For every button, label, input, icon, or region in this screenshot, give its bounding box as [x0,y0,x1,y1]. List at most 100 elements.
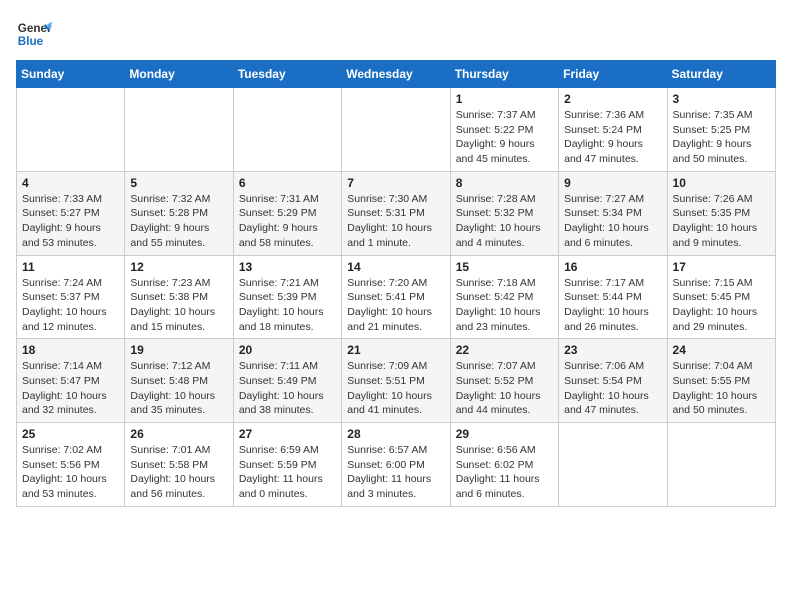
day-info: Sunrise: 7:14 AMSunset: 5:47 PMDaylight:… [22,359,119,418]
calendar-cell: 29 Sunrise: 6:56 AMSunset: 6:02 PMDayligh… [450,423,558,507]
day-number: 24 [673,343,770,357]
day-number: 21 [347,343,444,357]
day-info: Sunrise: 7:33 AMSunset: 5:27 PMDaylight:… [22,192,119,251]
calendar-cell: 13 Sunrise: 7:21 AMSunset: 5:39 PMDayligh… [233,255,341,339]
day-number: 3 [673,92,770,106]
day-number: 27 [239,427,336,441]
day-info: Sunrise: 7:01 AMSunset: 5:58 PMDaylight:… [130,443,227,502]
calendar-cell [233,88,341,172]
day-info: Sunrise: 7:23 AMSunset: 5:38 PMDaylight:… [130,276,227,335]
calendar-cell: 15 Sunrise: 7:18 AMSunset: 5:42 PMDayligh… [450,255,558,339]
calendar-cell: 27 Sunrise: 6:59 AMSunset: 5:59 PMDayligh… [233,423,341,507]
calendar-week-row: 4 Sunrise: 7:33 AMSunset: 5:27 PMDaylight… [17,171,776,255]
calendar-week-row: 11 Sunrise: 7:24 AMSunset: 5:37 PMDayligh… [17,255,776,339]
calendar-cell: 6 Sunrise: 7:31 AMSunset: 5:29 PMDaylight… [233,171,341,255]
calendar-cell [17,88,125,172]
day-info: Sunrise: 7:32 AMSunset: 5:28 PMDaylight:… [130,192,227,251]
weekday-header-row: SundayMondayTuesdayWednesdayThursdayFrid… [17,61,776,88]
day-info: Sunrise: 7:20 AMSunset: 5:41 PMDaylight:… [347,276,444,335]
calendar-cell: 25Sunrise: 7:02 AMSunset: 5:56 PMDayligh… [17,423,125,507]
day-info: Sunrise: 6:57 AMSunset: 6:00 PMDaylight:… [347,443,444,502]
logo: General Blue [16,16,52,52]
calendar-cell: 10 Sunrise: 7:26 AMSunset: 5:35 PMDayligh… [667,171,775,255]
day-info: Sunrise: 6:56 AMSunset: 6:02 PMDaylight:… [456,443,553,502]
day-number: 17 [673,260,770,274]
calendar-cell: 21 Sunrise: 7:09 AMSunset: 5:51 PMDayligh… [342,339,450,423]
weekday-header-friday: Friday [559,61,667,88]
day-info: Sunrise: 7:30 AMSunset: 5:31 PMDaylight:… [347,192,444,251]
day-info: Sunrise: 7:12 AMSunset: 5:48 PMDaylight:… [130,359,227,418]
day-number: 4 [22,176,119,190]
day-number: 8 [456,176,553,190]
weekday-header-sunday: Sunday [17,61,125,88]
svg-text:Blue: Blue [18,35,44,48]
calendar-cell: 28 Sunrise: 6:57 AMSunset: 6:00 PMDayligh… [342,423,450,507]
day-info: Sunrise: 7:11 AMSunset: 5:49 PMDaylight:… [239,359,336,418]
weekday-header-thursday: Thursday [450,61,558,88]
day-info: Sunrise: 7:04 AMSunset: 5:55 PMDaylight:… [673,359,770,418]
calendar-cell: 8 Sunrise: 7:28 AMSunset: 5:32 PMDaylight… [450,171,558,255]
weekday-header-wednesday: Wednesday [342,61,450,88]
logo-icon: General Blue [16,16,52,52]
weekday-header-tuesday: Tuesday [233,61,341,88]
day-info: Sunrise: 6:59 AMSunset: 5:59 PMDaylight:… [239,443,336,502]
day-number: 18 [22,343,119,357]
calendar-week-row: 18 Sunrise: 7:14 AMSunset: 5:47 PMDayligh… [17,339,776,423]
weekday-header-saturday: Saturday [667,61,775,88]
day-number: 26 [130,427,227,441]
day-info: Sunrise: 7:36 AMSunset: 5:24 PMDaylight:… [564,108,661,167]
day-number: 9 [564,176,661,190]
calendar-week-row: 25Sunrise: 7:02 AMSunset: 5:56 PMDayligh… [17,423,776,507]
day-number: 14 [347,260,444,274]
calendar-cell: 12Sunrise: 7:23 AMSunset: 5:38 PMDayligh… [125,255,233,339]
calendar-cell [342,88,450,172]
calendar-cell: 3Sunrise: 7:35 AMSunset: 5:25 PMDaylight… [667,88,775,172]
day-info: Sunrise: 7:15 AMSunset: 5:45 PMDaylight:… [673,276,770,335]
day-info: Sunrise: 7:26 AMSunset: 5:35 PMDaylight:… [673,192,770,251]
calendar-week-row: 1 Sunrise: 7:37 AMSunset: 5:22 PMDaylight… [17,88,776,172]
calendar-cell: 26 Sunrise: 7:01 AMSunset: 5:58 PMDayligh… [125,423,233,507]
day-number: 28 [347,427,444,441]
day-number: 1 [456,92,553,106]
day-info: Sunrise: 7:24 AMSunset: 5:37 PMDaylight:… [22,276,119,335]
weekday-header-monday: Monday [125,61,233,88]
calendar-cell: 2 Sunrise: 7:36 AMSunset: 5:24 PMDaylight… [559,88,667,172]
day-info: Sunrise: 7:18 AMSunset: 5:42 PMDaylight:… [456,276,553,335]
calendar-cell [559,423,667,507]
day-number: 23 [564,343,661,357]
calendar-cell: 24 Sunrise: 7:04 AMSunset: 5:55 PMDayligh… [667,339,775,423]
day-number: 15 [456,260,553,274]
day-number: 2 [564,92,661,106]
calendar-cell: 4 Sunrise: 7:33 AMSunset: 5:27 PMDaylight… [17,171,125,255]
calendar-cell: 19 Sunrise: 7:12 AMSunset: 5:48 PMDayligh… [125,339,233,423]
day-number: 16 [564,260,661,274]
calendar-cell [667,423,775,507]
day-info: Sunrise: 7:31 AMSunset: 5:29 PMDaylight:… [239,192,336,251]
page-header: General Blue [16,16,776,52]
calendar-cell: 17 Sunrise: 7:15 AMSunset: 5:45 PMDayligh… [667,255,775,339]
day-info: Sunrise: 7:28 AMSunset: 5:32 PMDaylight:… [456,192,553,251]
calendar-cell: 9 Sunrise: 7:27 AMSunset: 5:34 PMDaylight… [559,171,667,255]
calendar-table: SundayMondayTuesdayWednesdayThursdayFrid… [16,60,776,507]
day-number: 29 [456,427,553,441]
calendar-cell: 1 Sunrise: 7:37 AMSunset: 5:22 PMDaylight… [450,88,558,172]
calendar-cell: 5 Sunrise: 7:32 AMSunset: 5:28 PMDaylight… [125,171,233,255]
day-number: 22 [456,343,553,357]
calendar-cell: 18 Sunrise: 7:14 AMSunset: 5:47 PMDayligh… [17,339,125,423]
day-number: 10 [673,176,770,190]
day-info: Sunrise: 7:37 AMSunset: 5:22 PMDaylight:… [456,108,553,167]
day-number: 5 [130,176,227,190]
day-info: Sunrise: 7:21 AMSunset: 5:39 PMDaylight:… [239,276,336,335]
day-number: 7 [347,176,444,190]
day-info: Sunrise: 7:02 AMSunset: 5:56 PMDaylight:… [22,443,119,502]
day-number: 11 [22,260,119,274]
calendar-cell: 14 Sunrise: 7:20 AMSunset: 5:41 PMDayligh… [342,255,450,339]
day-number: 19 [130,343,227,357]
day-info: Sunrise: 7:27 AMSunset: 5:34 PMDaylight:… [564,192,661,251]
day-info: Sunrise: 7:09 AMSunset: 5:51 PMDaylight:… [347,359,444,418]
calendar-cell: 20Sunrise: 7:11 AMSunset: 5:49 PMDayligh… [233,339,341,423]
day-info: Sunrise: 7:17 AMSunset: 5:44 PMDaylight:… [564,276,661,335]
day-number: 13 [239,260,336,274]
day-number: 6 [239,176,336,190]
calendar-cell: 16 Sunrise: 7:17 AMSunset: 5:44 PMDayligh… [559,255,667,339]
